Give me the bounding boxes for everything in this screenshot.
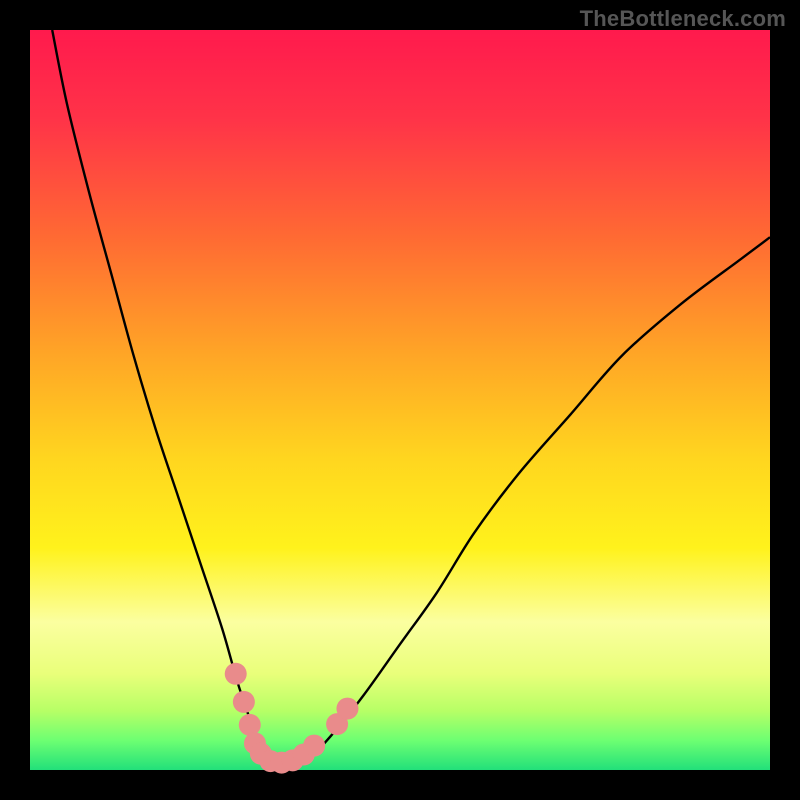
plot-background bbox=[30, 30, 770, 770]
chart-frame: TheBottleneck.com bbox=[0, 0, 800, 800]
curve-marker bbox=[225, 663, 247, 685]
watermark-text: TheBottleneck.com bbox=[580, 6, 786, 32]
curve-marker bbox=[239, 714, 261, 736]
curve-marker bbox=[303, 735, 325, 757]
curve-marker bbox=[233, 691, 255, 713]
bottleneck-chart bbox=[0, 0, 800, 800]
curve-marker bbox=[336, 698, 358, 720]
